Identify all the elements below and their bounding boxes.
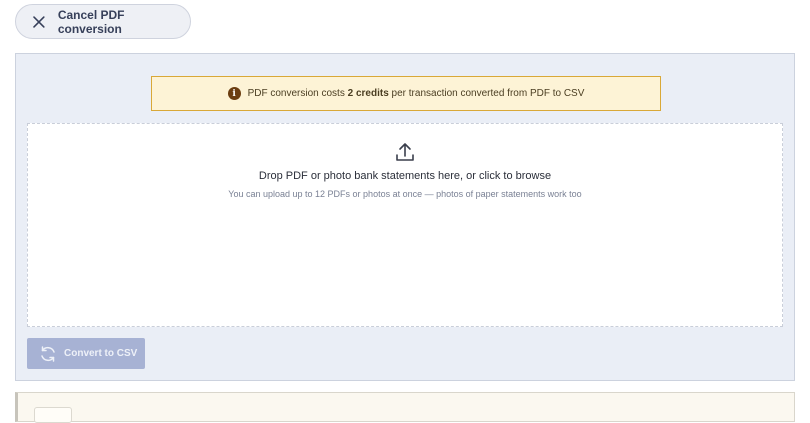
next-section-control [34, 407, 72, 423]
info-icon: i [227, 87, 241, 100]
cancel-pdf-conversion-button[interactable]: Cancel PDF conversion [15, 4, 191, 39]
close-icon [33, 15, 45, 28]
notice-suffix: per transaction converted from PDF to CS… [388, 88, 585, 99]
next-section-panel [15, 392, 795, 423]
refresh-icon [41, 345, 55, 362]
dropzone-subtitle: You can upload up to 12 PDFs or photos a… [228, 189, 582, 199]
convert-button-label: Convert to CSV [64, 348, 138, 359]
convert-to-csv-button[interactable]: Convert to CSV [27, 338, 145, 369]
cancel-button-label: Cancel PDF conversion [57, 7, 125, 36]
dropzone-title: Drop PDF or photo bank statements here, … [258, 170, 552, 182]
pdf-conversion-panel: i PDF conversion costs 2 credits per tra… [15, 53, 795, 381]
file-dropzone[interactable]: Drop PDF or photo bank statements here, … [27, 123, 783, 327]
credits-notice: i PDF conversion costs 2 credits per tra… [151, 76, 661, 111]
upload-icon [396, 143, 414, 161]
notice-credits: 2 credits [347, 88, 389, 99]
notice-prefix: PDF conversion costs [247, 88, 348, 99]
